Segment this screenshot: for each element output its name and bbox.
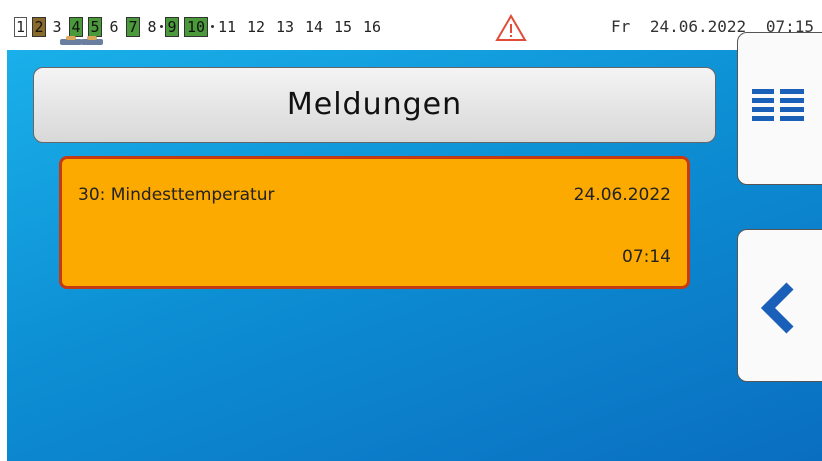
message-date: 24.06.2022 [573,185,671,205]
output-indicator[interactable]: 1 [14,17,27,37]
output-indicator[interactable]: 12 [246,17,266,37]
weekday: Fr [610,17,631,36]
output-indicator[interactable]: 2 [32,17,46,37]
output-indicator[interactable]: 8 [146,17,158,37]
output-indicator[interactable]: 10 [184,17,208,37]
coupling-dot [160,25,163,28]
manual-hand-icon [60,36,82,45]
main-screen: Meldungen 30: Mindesttemperatur 24.06.20… [7,50,822,461]
message-name: 30: Mindesttemperatur [78,185,275,205]
output-indicator[interactable]: 16 [362,17,382,37]
output-indicator[interactable]: 6 [108,17,120,37]
message-time: 07:14 [622,247,671,267]
output-indicator[interactable]: 3 [51,17,63,37]
date: 24.06.2022 [649,17,747,36]
output-indicator[interactable]: 14 [304,17,324,37]
coupling-dot [211,25,214,28]
list-view-icon [752,89,804,121]
list-view-button[interactable] [737,32,822,185]
output-indicator[interactable]: 4 [69,17,83,37]
warning-triangle-icon[interactable] [495,14,527,42]
back-button[interactable] [737,229,822,382]
output-indicator[interactable]: 5 [88,17,102,37]
status-bar: 1 2 3 4 5 6 7 8 9 10 11 12 13 14 15 16 F… [0,0,822,50]
output-indicator[interactable]: 15 [333,17,353,37]
output-indicator[interactable]: 7 [126,17,140,37]
output-indicator[interactable]: 9 [165,17,179,37]
output-indicator[interactable]: 11 [217,17,237,37]
message-item[interactable]: 30: Mindesttemperatur 24.06.2022 07:14 [59,156,690,289]
back-chevron-icon [760,282,794,334]
output-indicator[interactable]: 13 [275,17,295,37]
page-title-button[interactable]: Meldungen [33,67,716,143]
manual-hand-icon [81,36,103,45]
